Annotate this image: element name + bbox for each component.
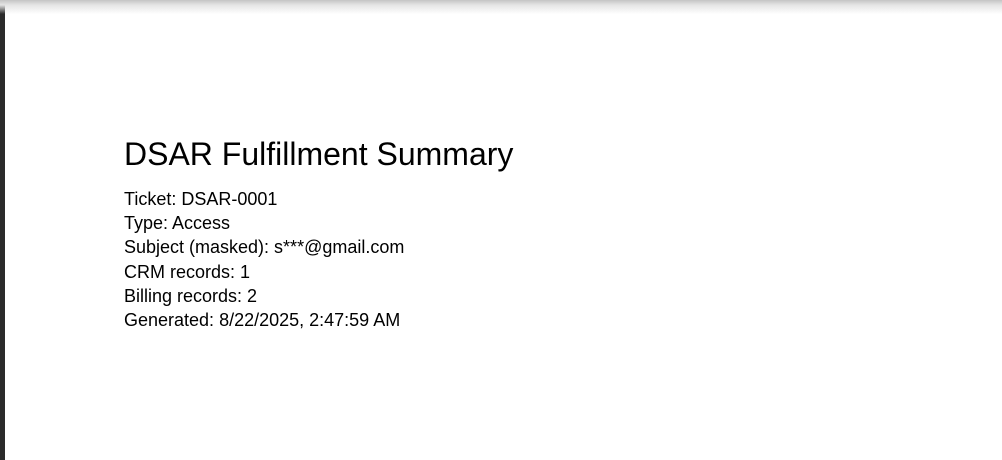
ticket-line: Ticket: DSAR-0001 [124,189,278,209]
document-page: DSAR Fulfillment Summary Ticket: DSAR-00… [5,0,1002,460]
billing-records-line: Billing records: 2 [124,285,258,306]
crm-records-line: CRM records: 1 [124,261,251,282]
generated-line: Generated: 8/22/2025, 2:47:59 AM [124,310,401,331]
document-title: DSAR Fulfillment Summary [124,136,514,172]
type-line: Type: Access [124,213,231,234]
summary-details: Ticket: DSAR-0001 Type: Access Subject (… [124,187,513,332]
subject-line: Subject (masked): s***@gmail.com [124,237,405,258]
viewer-top-shadow [0,0,1002,14]
document-content: DSAR Fulfillment Summary Ticket: DSAR-00… [124,134,513,332]
